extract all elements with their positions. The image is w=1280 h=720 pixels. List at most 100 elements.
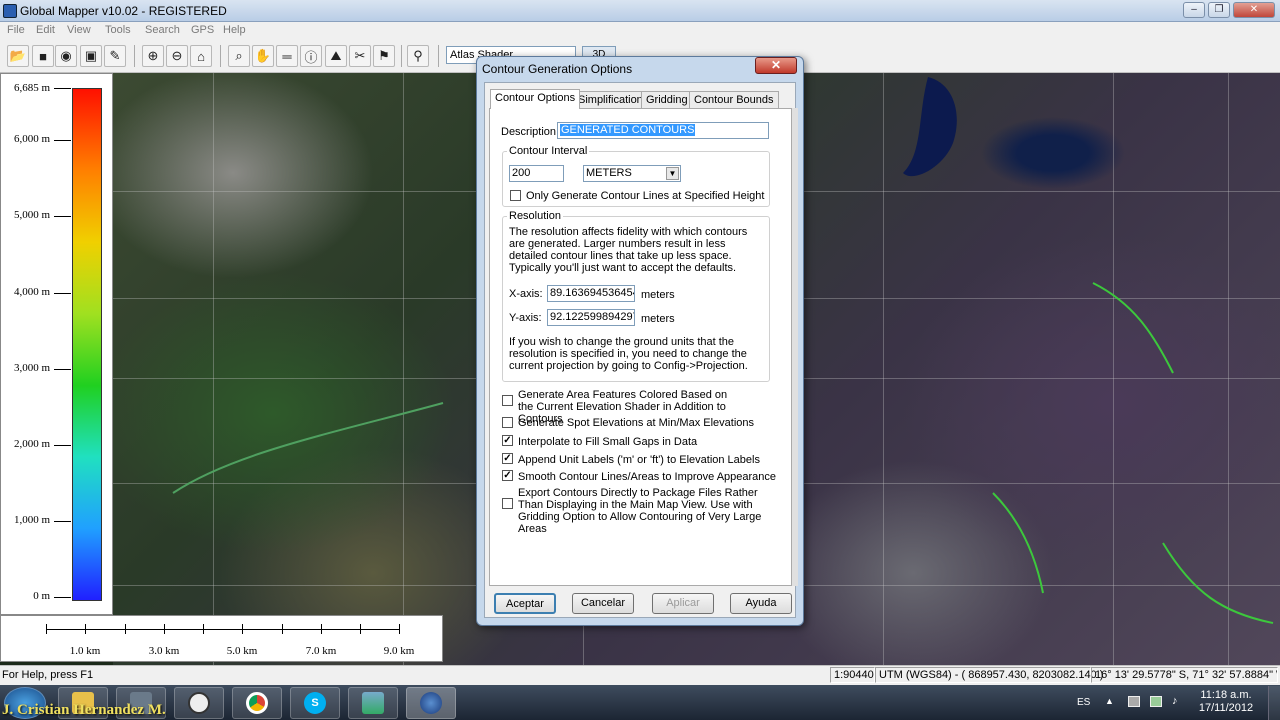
show-desktop-button[interactable] xyxy=(1268,686,1280,720)
scale-label: 1.0 km xyxy=(69,645,101,657)
path-profile-icon[interactable]: ⛰ xyxy=(325,45,347,67)
status-help-text: For Help, press F1 xyxy=(2,669,94,681)
globe-icon[interactable]: ◉ xyxy=(55,45,77,67)
tab-simplification[interactable]: Simplification xyxy=(573,91,648,109)
smooth-contours-checkbox[interactable]: ✓ xyxy=(502,470,513,481)
units-value: METERS xyxy=(586,167,632,179)
export-package-label: Export Contours Directly to Package File… xyxy=(518,487,762,535)
spot-elevations-label: Generate Spot Elevations at Min/Max Elev… xyxy=(518,417,755,429)
yaxis-label: Y-axis: xyxy=(509,312,542,324)
scale-label: 9.0 km xyxy=(383,645,415,657)
yaxis-input[interactable]: 92.122599894297 xyxy=(547,309,635,326)
xaxis-label: X-axis: xyxy=(509,288,543,300)
description-label: Description xyxy=(501,126,557,138)
network-app-taskbar-button[interactable] xyxy=(348,687,398,719)
ground-units-note: If you wish to change the ground units t… xyxy=(509,336,748,372)
interpolate-checkbox[interactable]: ✓ xyxy=(502,435,513,446)
window-title: Global Mapper v10.02 - REGISTERED xyxy=(20,4,227,18)
resolution-label: Resolution xyxy=(507,210,563,222)
tab-gridding[interactable]: Gridding xyxy=(641,91,693,109)
binoculars-icon[interactable]: ⚲ xyxy=(407,45,429,67)
only-specified-label: Only Generate Contour Lines at Specified… xyxy=(526,190,765,202)
zoom-out-icon[interactable]: ⊖ xyxy=(166,45,188,67)
legend-tick: 5,000 m xyxy=(13,209,50,221)
tab-contour-options[interactable]: Contour Options xyxy=(490,89,581,109)
menu-bar: File Edit View Tools Search GPS Help xyxy=(0,22,1280,39)
tab-contour-bounds[interactable]: Contour Bounds xyxy=(689,91,779,109)
dialog-close-button[interactable]: ✕ xyxy=(755,57,797,74)
digitizer-icon[interactable]: ✂ xyxy=(349,45,371,67)
menu-edit[interactable]: Edit xyxy=(36,24,55,36)
menu-search[interactable]: Search xyxy=(145,24,180,36)
legend-tick: 6,000 m xyxy=(13,133,50,145)
pan-hand-icon[interactable]: ✋ xyxy=(252,45,274,67)
menu-file[interactable]: File xyxy=(7,24,25,36)
app-icon xyxy=(3,4,17,18)
taskbar-clock[interactable]: 11:18 a.m. 17/11/2012 xyxy=(1196,689,1256,715)
clock-app-taskbar-button[interactable] xyxy=(174,687,224,719)
skype-taskbar-button[interactable]: S xyxy=(290,687,340,719)
area-features-checkbox[interactable] xyxy=(502,395,513,406)
elevation-color-ramp xyxy=(72,88,102,601)
global-mapper-taskbar-button[interactable] xyxy=(406,687,456,719)
legend-tick: 3,000 m xyxy=(13,362,50,374)
legend-tick: 6,685 m xyxy=(13,82,50,94)
home-icon[interactable]: ⌂ xyxy=(190,45,212,67)
language-indicator[interactable]: ES xyxy=(1077,697,1090,708)
interpolate-label: Interpolate to Fill Small Gaps in Data xyxy=(518,436,698,448)
legend-tick: 0 m xyxy=(33,590,50,602)
tray-device-icon[interactable] xyxy=(1128,696,1140,707)
contour-interval-label: Contour Interval xyxy=(507,145,590,157)
dialog-title: Contour Generation Options xyxy=(482,62,633,76)
spot-elevations-checkbox[interactable] xyxy=(502,417,513,428)
menu-tools[interactable]: Tools xyxy=(105,24,131,36)
zoom-in-icon[interactable]: ⊕ xyxy=(142,45,164,67)
close-window-button[interactable]: ✕ xyxy=(1233,2,1275,18)
clock-date: 17/11/2012 xyxy=(1198,702,1254,714)
measure-icon[interactable]: ═ xyxy=(276,45,298,67)
clock-time: 11:18 a.m. xyxy=(1200,689,1252,701)
interval-input[interactable]: 200 xyxy=(509,165,564,182)
maximize-button[interactable]: ❐ xyxy=(1208,2,1230,18)
apply-button[interactable]: Aplicar xyxy=(652,593,714,614)
scale-label: 7.0 km xyxy=(305,645,337,657)
status-scale: 1:90440 xyxy=(830,667,875,683)
accept-button[interactable]: Aceptar xyxy=(494,593,556,614)
tray-arrow-icon[interactable]: ▲ xyxy=(1105,696,1114,706)
volume-icon[interactable]: ♪ xyxy=(1172,695,1178,707)
zoom-tool-icon[interactable]: ⌕ xyxy=(228,45,250,67)
scale-line xyxy=(46,629,400,630)
cancel-button[interactable]: Cancelar xyxy=(572,593,634,614)
watermark: J. Cristian Hernandez M. xyxy=(2,702,166,718)
description-input[interactable]: GENERATED CONTOURS xyxy=(560,124,696,136)
export-package-checkbox[interactable] xyxy=(502,498,513,509)
scale-label: 5.0 km xyxy=(226,645,258,657)
xaxis-input[interactable]: 89.163694536454 xyxy=(547,285,635,302)
only-specified-checkbox[interactable] xyxy=(510,190,521,201)
status-coords: UTM (WGS84) - ( 868957.430, 8203082.140 … xyxy=(875,667,1103,683)
yaxis-units: meters xyxy=(641,313,675,325)
info-icon[interactable]: ⓘ xyxy=(300,45,322,67)
help-button[interactable]: Ayuda xyxy=(730,593,792,614)
dialog-scrollbar[interactable] xyxy=(792,108,798,586)
xaxis-units: meters xyxy=(641,289,675,301)
menu-view[interactable]: View xyxy=(67,24,91,36)
save-icon[interactable]: ■ xyxy=(32,45,54,67)
append-units-checkbox[interactable]: ✓ xyxy=(502,453,513,464)
layers-icon[interactable]: ▣ xyxy=(80,45,102,67)
title-bar: Global Mapper v10.02 - REGISTERED – ❐ ✕ xyxy=(0,0,1280,22)
chrome-taskbar-button[interactable] xyxy=(232,687,282,719)
edit-icon[interactable]: ✎ xyxy=(104,45,126,67)
view-shed-icon[interactable]: ⚑ xyxy=(373,45,395,67)
menu-gps[interactable]: GPS xyxy=(191,24,214,36)
scale-label: 3.0 km xyxy=(148,645,180,657)
resolution-description: The resolution affects fidelity with whi… xyxy=(509,226,748,274)
legend-tick: 2,000 m xyxy=(13,438,50,450)
status-latlon: 16° 13' 29.5778" S, 71° 32' 57.8884" W xyxy=(1091,667,1278,683)
menu-help[interactable]: Help xyxy=(223,24,246,36)
chevron-down-icon[interactable]: ▼ xyxy=(666,167,679,180)
open-folder-icon[interactable]: 📂 xyxy=(7,45,29,67)
tray-network-icon[interactable] xyxy=(1150,696,1162,707)
minimize-button[interactable]: – xyxy=(1183,2,1205,18)
legend-tick: 1,000 m xyxy=(13,514,50,526)
